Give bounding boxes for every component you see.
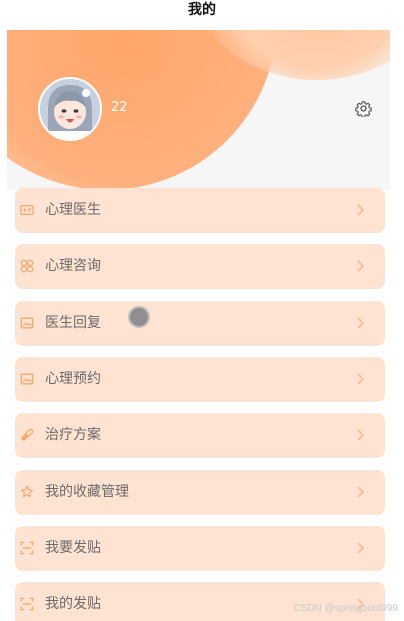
scan-icon xyxy=(20,597,34,611)
menu-item-label: 治疗方案 xyxy=(45,427,101,443)
menu-item-label: 我的收藏管理 xyxy=(45,484,129,500)
pills-icon xyxy=(21,428,34,441)
gear-icon[interactable] xyxy=(355,100,372,117)
menu-item-appointment[interactable]: 心理预约 xyxy=(15,357,385,402)
chevron-right-icon xyxy=(357,486,365,498)
menu-item-favorites[interactable]: 我的收藏管理 xyxy=(15,470,385,515)
chevron-right-icon xyxy=(357,260,365,272)
menu-item-label: 心理预约 xyxy=(45,371,101,387)
profile-header: 22 xyxy=(7,30,390,190)
menu-item-doctor-reply[interactable]: 医生回复 xyxy=(15,301,385,346)
chevron-right-icon xyxy=(357,204,365,216)
picture-icon xyxy=(20,317,34,329)
menu-item-consultation[interactable]: 心理咨询 xyxy=(15,244,385,289)
star-icon xyxy=(20,485,34,498)
menu-item-label: 医生回复 xyxy=(45,315,101,331)
scan-icon xyxy=(20,541,34,555)
chevron-right-icon xyxy=(357,429,365,441)
id-card-icon xyxy=(20,204,34,216)
menu-item-my-posts[interactable]: 我的发贴 xyxy=(15,582,385,621)
menu-item-label: 心理咨询 xyxy=(45,258,101,274)
touch-cursor xyxy=(128,306,150,328)
menu-item-treatment-plan[interactable]: 治疗方案 xyxy=(15,413,385,458)
menu-item-label: 心理医生 xyxy=(45,202,101,218)
picture-icon xyxy=(20,373,34,385)
watermark: CSDN @springboot999 xyxy=(293,603,398,614)
chevron-right-icon xyxy=(357,317,365,329)
grid-circles-icon xyxy=(20,259,34,273)
menu-item-label: 我要发贴 xyxy=(45,540,101,556)
avatar[interactable] xyxy=(38,77,102,141)
username: 22 xyxy=(111,100,128,115)
chevron-right-icon xyxy=(357,373,365,385)
menu-item-new-post[interactable]: 我要发贴 xyxy=(15,526,385,571)
chevron-right-icon xyxy=(357,542,365,554)
menu-item-psychologist[interactable]: 心理医生 xyxy=(15,188,385,233)
page-title: 我的 xyxy=(188,2,216,18)
menu-item-label: 我的发贴 xyxy=(45,596,101,612)
